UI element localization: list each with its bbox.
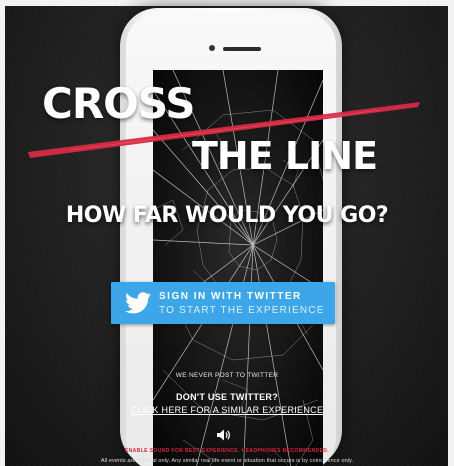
similar-experience-link[interactable]: CLICK HERE FOR A SIMILAR EXPERIENCE xyxy=(131,405,324,415)
enable-sound-notice: ENABLE SOUND FOR BEST EXPERIENCE. HEADPH… xyxy=(124,448,330,454)
twitter-button-label: SIGN IN WITH TWITTER xyxy=(159,291,302,302)
landing-page: CROSS THE LINE HOW FAR WOULD YOU GO? SIG… xyxy=(0,0,454,466)
subtitle: HOW FAR WOULD YOU GO? xyxy=(65,203,389,228)
title-the-line: THE LINE xyxy=(192,134,378,178)
never-post-notice: WE NEVER POST TO TWITTER xyxy=(175,372,279,379)
twitter-bird-icon xyxy=(125,292,151,314)
twitter-button-sublabel: TO START THE EXPERIENCE xyxy=(159,305,325,316)
alternative-experience-row: CLICK HERE FOR A SIMILAR EXPERIENCE xyxy=(0,405,454,415)
dont-use-twitter-heading: DON'T USE TWITTER? xyxy=(175,392,279,402)
disclaimer-text: All events are fictional only. Any simil… xyxy=(100,458,354,464)
speaker-icon[interactable] xyxy=(217,429,231,441)
sign-in-with-twitter-button[interactable]: SIGN IN WITH TWITTER TO START THE EXPERI… xyxy=(111,282,335,324)
title-cross: CROSS xyxy=(42,79,195,128)
